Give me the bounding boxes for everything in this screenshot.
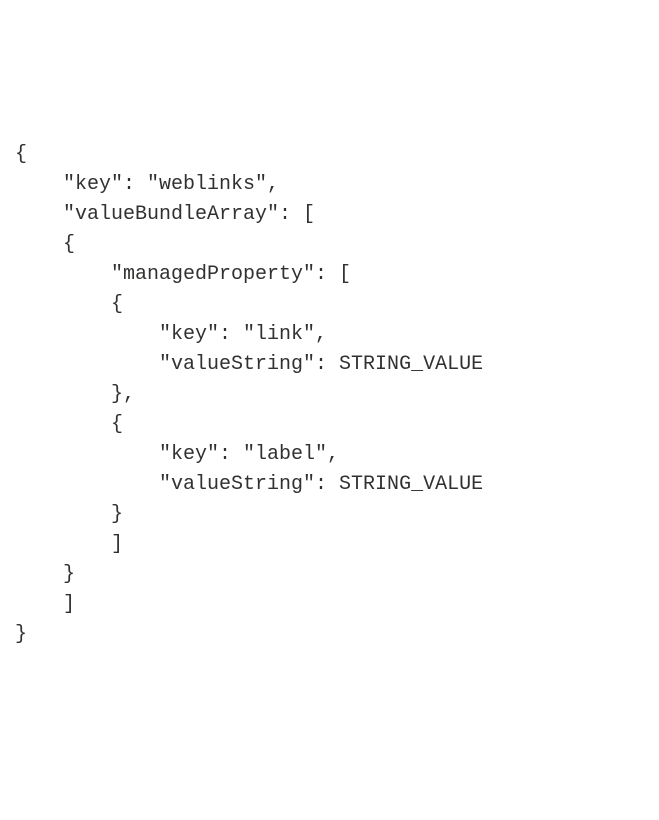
code-line: ] <box>15 533 123 556</box>
code-line: } <box>15 503 123 526</box>
code-line: } <box>15 623 27 646</box>
code-line: ] <box>15 593 75 616</box>
code-line: } <box>15 563 75 586</box>
code-line: { <box>15 413 123 436</box>
code-line: "valueBundleArray": [ <box>15 203 315 226</box>
code-line: }, <box>15 383 135 406</box>
code-block: { "key": "weblinks", "valueBundleArray":… <box>15 140 639 650</box>
code-line: { <box>15 233 75 256</box>
code-line: "key": "link", <box>15 323 327 346</box>
code-line: { <box>15 143 27 166</box>
code-line: "valueString": STRING_VALUE <box>15 473 483 496</box>
code-line: { <box>15 293 123 316</box>
code-line: "valueString": STRING_VALUE <box>15 353 483 376</box>
code-line: "key": "weblinks", <box>15 173 279 196</box>
code-line: "key": "label", <box>15 443 339 466</box>
code-line: "managedProperty": [ <box>15 263 351 286</box>
